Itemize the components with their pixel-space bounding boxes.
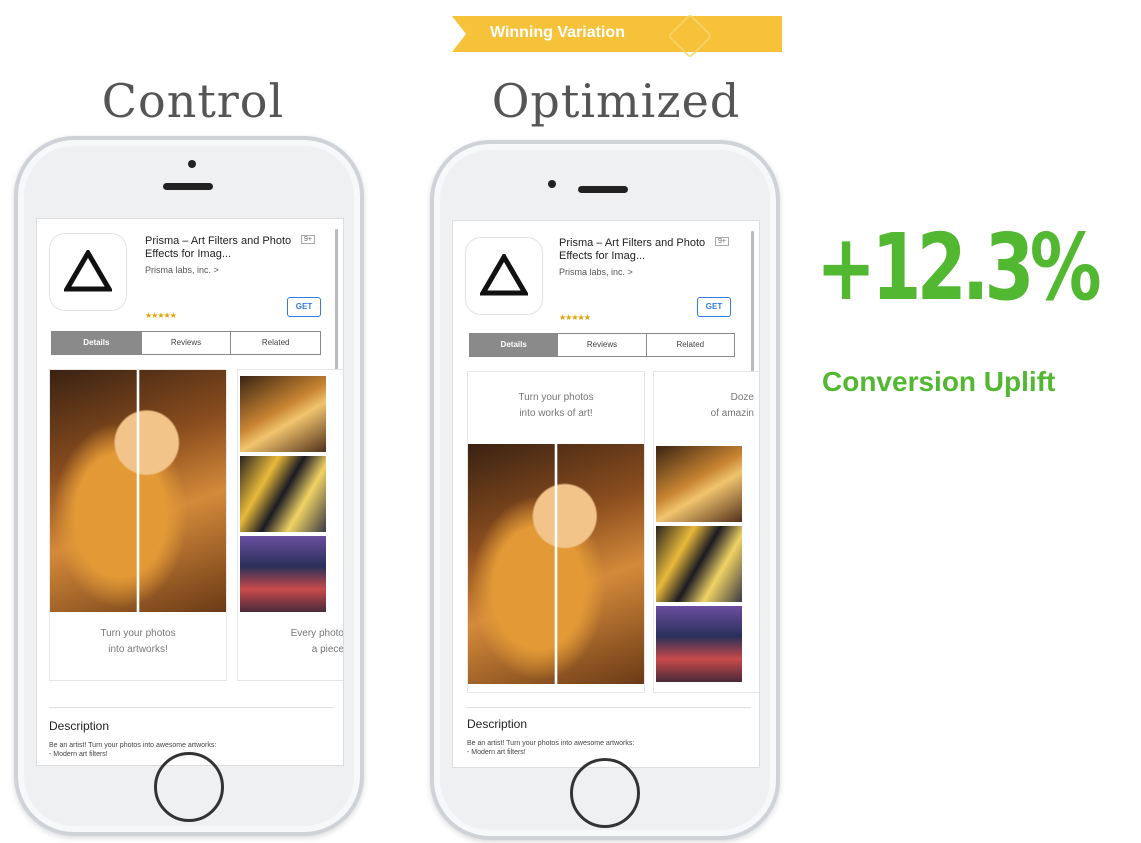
prisma-triangle-icon xyxy=(64,250,112,292)
uplift-label: Conversion Uplift xyxy=(822,366,1056,397)
tab-details[interactable]: Details xyxy=(470,334,559,356)
tab-reviews[interactable]: Reviews xyxy=(142,332,232,354)
banner-label: Winning Variation xyxy=(490,24,625,41)
screenshot-photo xyxy=(468,444,644,684)
speaker xyxy=(163,183,213,190)
home-button[interactable] xyxy=(570,758,640,828)
rating-stars: ★★★★★ xyxy=(559,313,591,322)
description-title: Description xyxy=(467,717,528,731)
app-developer[interactable]: Prisma labs, inc. > xyxy=(145,265,219,275)
app-developer-name: Prisma labs, inc. xyxy=(145,265,212,275)
get-button[interactable]: GET xyxy=(287,297,321,317)
screenshot-card-2[interactable]: Every photo a piece xyxy=(237,369,344,681)
screenshot-card-1[interactable]: Turn your photos into artworks! xyxy=(49,369,227,681)
optimized-phone: Prisma – Art Filters and Photo Effects f… xyxy=(430,140,780,840)
description-line: Be an artist! Turn your photos into awes… xyxy=(467,740,635,747)
speaker xyxy=(578,186,628,193)
rating: ★★★★★ xyxy=(145,305,177,323)
thumb-photo xyxy=(656,606,742,682)
optimized-title: Optimized xyxy=(491,74,741,128)
description-line: - Modern art filters! xyxy=(467,749,526,756)
caption-line: Every photo xyxy=(290,628,344,639)
trophy-icon xyxy=(667,13,713,59)
control-screen: Prisma – Art Filters and Photo Effects f… xyxy=(36,218,344,766)
caption-line: into artworks! xyxy=(108,644,168,655)
app-developer[interactable]: Prisma labs, inc. > xyxy=(559,267,633,277)
tab-reviews[interactable]: Reviews xyxy=(558,334,647,356)
front-camera xyxy=(188,160,196,168)
screenshot-caption: Turn your photos into works of art! xyxy=(468,390,644,422)
control-title: Control xyxy=(101,74,285,128)
rating-stars: ★★★★★ xyxy=(145,311,177,320)
screenshot-photo xyxy=(50,370,226,612)
uplift-value: +12.3% xyxy=(816,214,1102,321)
caption-line: Turn your photos xyxy=(100,628,176,639)
get-button[interactable]: GET xyxy=(697,297,731,317)
description-title: Description xyxy=(49,719,110,733)
screenshot-caption: Doze of amazin xyxy=(654,390,754,422)
front-camera xyxy=(548,180,556,188)
thumb-photo xyxy=(240,536,326,612)
caption-line: Doze xyxy=(730,392,754,403)
thumb-photo xyxy=(240,456,326,532)
age-rating-badge: 9+ xyxy=(715,237,729,246)
description-text: Be an artist! Turn your photos into awes… xyxy=(467,739,747,757)
tab-related[interactable]: Related xyxy=(647,334,734,356)
winning-variation-banner: Winning Variation xyxy=(452,13,782,59)
app-icon[interactable] xyxy=(465,237,543,315)
caption-line: a piece xyxy=(311,644,344,655)
app-title: Prisma – Art Filters and Photo Effects f… xyxy=(559,237,706,262)
segmented-tabs: Details Reviews Related xyxy=(51,331,321,355)
screenshot-card-1[interactable]: Turn your photos into works of art! xyxy=(467,371,645,693)
caption-line: Turn your photos xyxy=(518,392,594,403)
screenshot-card-2[interactable]: Doze of amazin xyxy=(653,371,759,693)
divider xyxy=(49,707,333,708)
caption-line: into works of art! xyxy=(519,408,593,419)
screenshot-caption: Every photo a piece xyxy=(248,626,344,658)
description-line: Be an artist! Turn your photos into awes… xyxy=(49,742,217,749)
caption-line: of amazin xyxy=(710,408,754,419)
app-title: Prisma – Art Filters and Photo Effects f… xyxy=(145,235,292,260)
app-icon[interactable] xyxy=(49,233,127,311)
tab-related[interactable]: Related xyxy=(231,332,320,354)
app-developer-name: Prisma labs, inc. xyxy=(559,267,626,277)
screenshot-caption: Turn your photos into artworks! xyxy=(50,626,226,658)
optimized-screen: Prisma – Art Filters and Photo Effects f… xyxy=(452,220,760,768)
age-rating-badge: 9+ xyxy=(301,235,315,244)
prisma-triangle-icon xyxy=(480,254,528,296)
tab-details[interactable]: Details xyxy=(52,332,142,354)
thumb-photo xyxy=(656,526,742,602)
control-phone: Prisma – Art Filters and Photo Effects f… xyxy=(14,136,364,836)
rating: ★★★★★ xyxy=(559,307,591,325)
thumb-photo xyxy=(240,376,326,452)
segmented-tabs: Details Reviews Related xyxy=(469,333,735,357)
divider xyxy=(467,707,751,708)
home-button[interactable] xyxy=(154,752,224,822)
thumb-photo xyxy=(656,446,742,522)
